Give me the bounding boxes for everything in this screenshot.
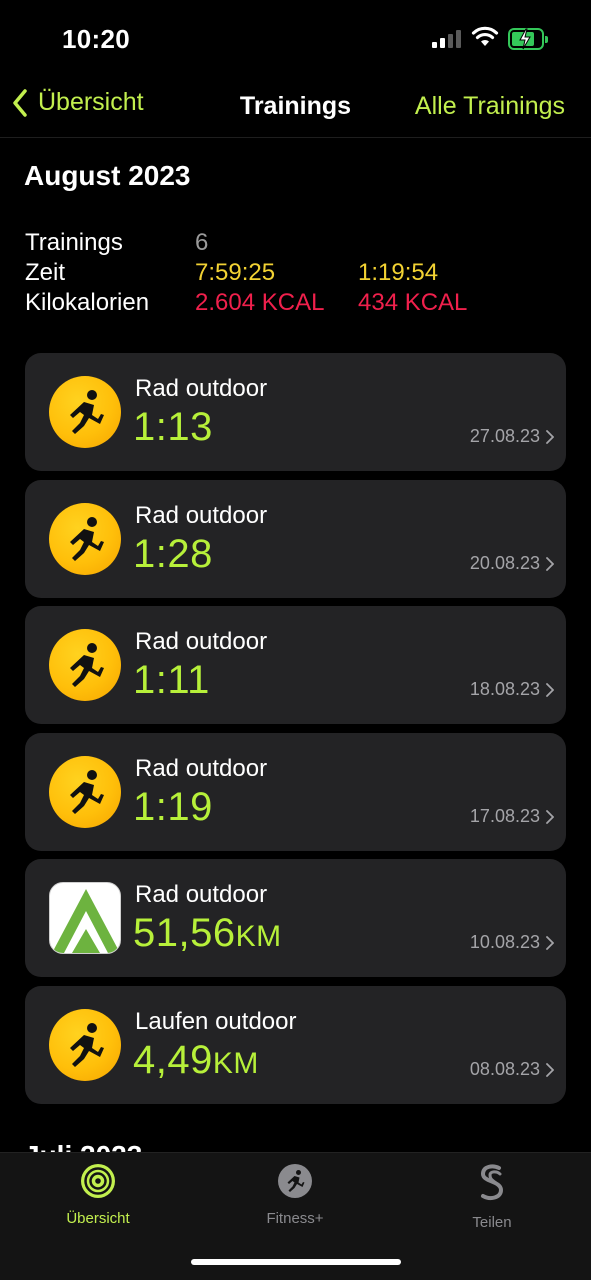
chevron-right-icon bbox=[546, 556, 554, 571]
workout-date: 10.08.23 bbox=[469, 932, 540, 952]
workout-value: 1:13 bbox=[133, 405, 213, 449]
workout-title: Rad outdoor bbox=[135, 501, 268, 529]
workout-card[interactable]: Rad outdoor 1:28 20.08.23 bbox=[25, 479, 566, 598]
workout-value: 1:28 bbox=[133, 531, 213, 576]
workout-title: Rad outdoor bbox=[135, 628, 268, 655]
trainings-count: 6 bbox=[195, 229, 209, 256]
kcal-label: Kilokalorien bbox=[25, 289, 150, 316]
workout-card[interactable]: Rad outdoor 1:13 27.08.23 bbox=[25, 353, 566, 471]
running-figure-icon bbox=[49, 502, 121, 575]
tab-label: Teilen bbox=[472, 1214, 512, 1231]
workout-date: 18.08.23 bbox=[469, 679, 540, 699]
workout-title: Rad outdoor bbox=[135, 881, 268, 908]
sharing-icon bbox=[480, 1164, 504, 1200]
cellular-signal-icon bbox=[432, 30, 461, 48]
month-heading: August 2023 bbox=[24, 160, 191, 191]
workout-title: Rad outdoor bbox=[135, 754, 268, 782]
workout-date: 17.08.23 bbox=[469, 805, 540, 826]
workout-card[interactable]: Rad outdoor 1:11 18.08.23 bbox=[25, 606, 566, 724]
workout-value: 1:19 bbox=[133, 784, 213, 829]
workout-list: Rad outdoor 1:13 27.08.23 Rad outdoor 1:… bbox=[25, 353, 566, 1112]
fitness-plus-icon bbox=[278, 1164, 312, 1198]
running-figure-icon bbox=[49, 629, 121, 701]
time-average: 1:19:54 bbox=[358, 259, 439, 286]
chevron-right-icon bbox=[546, 936, 554, 950]
chevron-right-icon bbox=[546, 1062, 554, 1077]
workout-card[interactable]: Rad outdoor 51,56KM 10.08.23 bbox=[25, 859, 566, 977]
chevron-right-icon bbox=[546, 430, 554, 444]
trainings-label: Trainings bbox=[25, 229, 123, 256]
workout-card[interactable]: Laufen outdoor 4,49KM 08.08.23 bbox=[25, 985, 566, 1104]
chevron-right-icon bbox=[546, 683, 554, 697]
tab-label: Übersicht bbox=[66, 1210, 130, 1227]
activity-rings-icon bbox=[81, 1164, 115, 1198]
status-bar: 10:20 bbox=[0, 0, 591, 80]
workout-title: Laufen outdoor bbox=[135, 1007, 297, 1035]
kcal-average: 434 KCAL bbox=[358, 289, 468, 316]
workout-date: 27.08.23 bbox=[469, 426, 540, 446]
workout-card[interactable]: Rad outdoor 1:19 17.08.23 bbox=[25, 732, 566, 851]
status-time: 10:20 bbox=[62, 24, 130, 54]
time-total: 7:59:25 bbox=[195, 259, 276, 286]
chevron-right-icon bbox=[546, 809, 554, 824]
running-figure-icon bbox=[49, 1008, 121, 1081]
wifi-icon bbox=[471, 26, 499, 46]
navigation-bar: Übersicht Trainings Alle Trainings bbox=[0, 80, 591, 138]
workout-value: 1:11 bbox=[133, 658, 210, 702]
kcal-total: 2.604 KCAL bbox=[195, 289, 325, 316]
workout-value: 51,56KM bbox=[133, 911, 282, 955]
workout-date: 08.08.23 bbox=[469, 1058, 540, 1079]
all-trainings-button[interactable]: Alle Trainings bbox=[415, 92, 565, 121]
battery-icon bbox=[508, 28, 548, 50]
tab-fitness-plus[interactable]: Fitness+ bbox=[225, 1163, 365, 1227]
home-indicator[interactable] bbox=[191, 1259, 401, 1265]
month-summary: Trainings 6 Zeit 7:59:25 1:19:54 Kilokal… bbox=[25, 228, 565, 318]
time-label: Zeit bbox=[25, 259, 66, 286]
workout-value: 4,49KM bbox=[133, 1037, 259, 1082]
running-figure-icon bbox=[49, 755, 121, 828]
running-figure-icon bbox=[49, 376, 121, 448]
tab-share[interactable]: Teilen bbox=[422, 1163, 562, 1231]
tab-overview[interactable]: Übersicht bbox=[28, 1163, 168, 1227]
workout-title: Rad outdoor bbox=[135, 375, 268, 402]
workout-date: 20.08.23 bbox=[469, 552, 540, 573]
mountain-app-icon bbox=[49, 882, 121, 954]
tab-label: Fitness+ bbox=[266, 1210, 324, 1227]
